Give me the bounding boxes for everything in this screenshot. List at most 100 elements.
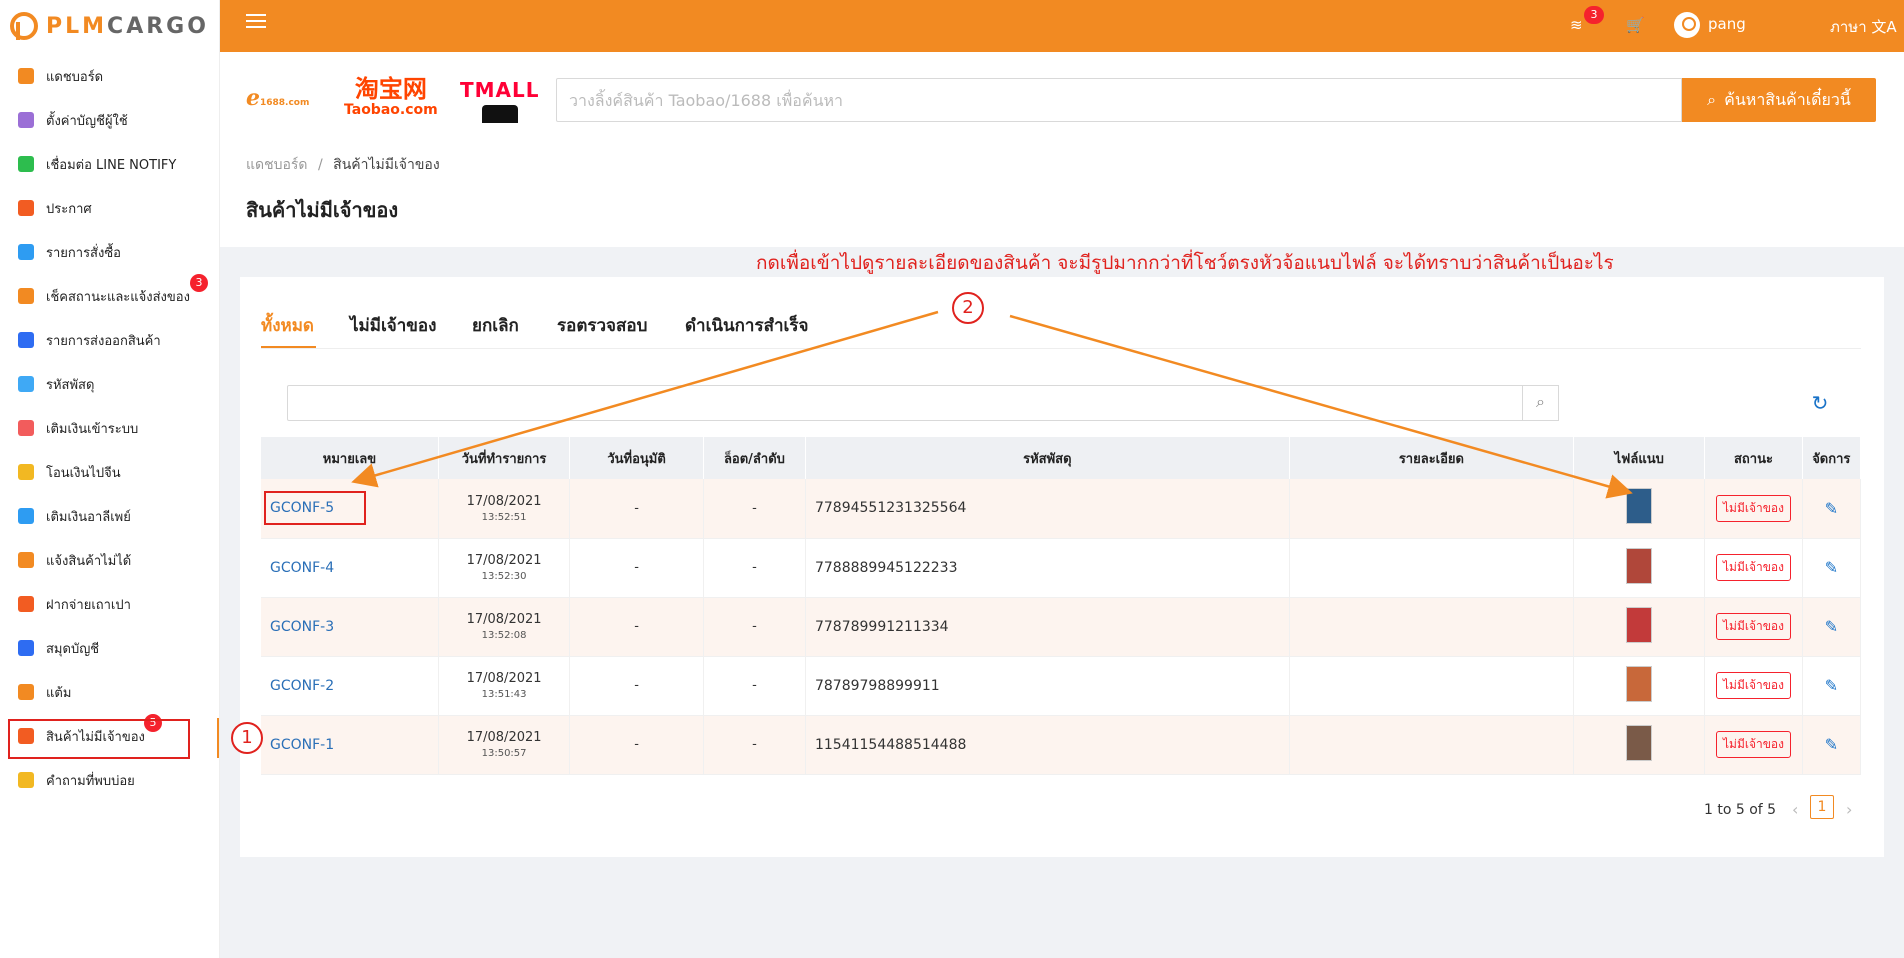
item-code-link[interactable]: GCONF-1 (261, 715, 439, 775)
brand-taobao[interactable]: 淘宝网 Taobao.com (344, 76, 438, 118)
report-icon (18, 552, 34, 568)
sidebar-item-label: รายการสั่งซื้อ (46, 245, 121, 261)
status-cell: ไม่มีเจ้าของ (1704, 715, 1803, 775)
approved-date: - (569, 656, 704, 716)
refresh-icon[interactable]: ↻ (1808, 391, 1832, 415)
column-header: จัดการ (1802, 437, 1862, 479)
attachment-cell (1573, 597, 1706, 657)
tab-1[interactable]: ไม่มีเจ้าของ (350, 312, 436, 339)
cart-icon[interactable]: 🛒 (1626, 16, 1645, 34)
table-search-input[interactable] (287, 385, 1523, 421)
edit-icon[interactable]: ✎ (1825, 676, 1838, 695)
sidebar-item-label: ฝากจ่ายเถาเปา (46, 597, 131, 613)
search-product-button[interactable]: ⌕ ค้นหาสินค้าเดี๋ยวนี้ (1682, 78, 1876, 122)
table-row: GCONF-5 17/08/2021 13:52:51- -7789455123132… (261, 479, 1862, 539)
tab-4[interactable]: ดำเนินการสำเร็จ (685, 312, 808, 339)
tab-3[interactable]: รอตรวจสอบ (557, 312, 647, 339)
attachment-cell (1573, 479, 1706, 539)
table-row: GCONF-2 17/08/2021 13:51:43- -7878979889991… (261, 656, 1862, 716)
table-row: GCONF-3 17/08/2021 13:52:08- -7787899912113… (261, 597, 1862, 657)
column-header: ไฟล์แนบ (1573, 437, 1706, 479)
sidebar-item-label: ตั้งค่าบัญชีผู้ใช้ (46, 113, 128, 129)
edit-icon[interactable]: ✎ (1825, 735, 1838, 754)
menu-fold-icon[interactable] (246, 14, 266, 30)
edit-icon[interactable]: ✎ (1825, 499, 1838, 518)
top-bar: ≋ 3 🛒 pang ภาษา 文A (220, 0, 1904, 52)
attachment-thumbnail[interactable] (1626, 724, 1653, 761)
action-cell: ✎ (1802, 715, 1862, 775)
sidebar-item-1[interactable]: ตั้งค่าบัญชีผู้ใช้ (0, 102, 220, 138)
sidebar-item-label: รหัสพัสดุ (46, 377, 95, 393)
sidebar: PLMCARGO แดชบอร์ดตั้งค่าบัญชีผู้ใช้เชื่อ… (0, 0, 220, 958)
column-header: วันที่ทำรายการ (438, 437, 571, 479)
avatar[interactable] (1674, 12, 1700, 38)
stack-icon[interactable]: ≋ (1570, 16, 1583, 34)
breadcrumb: แดชบอร์ด / สินค้าไม่มีเจ้าของ (246, 154, 440, 176)
chevron-right-icon[interactable]: › (1846, 800, 1852, 819)
product-link-search-input[interactable] (556, 78, 1682, 122)
taobao-logo-icon: 淘宝网 (354, 75, 427, 103)
detail (1289, 597, 1575, 657)
sidebar-item-10[interactable]: เติมเงินอาลีเพย์ (0, 498, 220, 534)
sidebar-item-4[interactable]: รายการสั่งซื้อ (0, 234, 220, 270)
sidebar-item-label: แต้ม (46, 685, 72, 701)
page-header: ℯ1688.com 淘宝网 Taobao.com TMALL ⌕ ค้นหาสิ… (220, 52, 1904, 247)
sidebar-item-0[interactable]: แดชบอร์ด (0, 58, 220, 94)
sidebar-item-3[interactable]: ประกาศ (0, 190, 220, 226)
attachment-thumbnail[interactable] (1626, 606, 1653, 643)
created-date-time: 13:50:57 (481, 748, 527, 759)
sidebar-item-11[interactable]: แจ้งสินค้าไม่ได้ (0, 542, 220, 578)
created-date: 17/08/2021 13:51:43 (438, 656, 571, 716)
attachment-cell (1573, 538, 1706, 598)
created-date-time: 13:52:30 (481, 571, 527, 582)
sidebar-item-16[interactable]: คำถามที่พบบ่อย (0, 762, 220, 798)
logo[interactable]: PLMCARGO (0, 0, 219, 52)
sidebar-item-2[interactable]: เชื่อมต่อ LINE NOTIFY (0, 146, 220, 182)
attachment-thumbnail[interactable] (1626, 665, 1653, 702)
tab-2[interactable]: ยกเลิก (472, 312, 519, 339)
column-header: รหัสพัสดุ (805, 437, 1290, 479)
search-icon: ⌕ (1536, 394, 1545, 411)
created-date-time: 13:52:08 (481, 630, 527, 641)
created-date-day: 17/08/2021 (466, 493, 542, 509)
item-code-link[interactable]: GCONF-4 (261, 538, 439, 598)
item-code-link[interactable]: GCONF-2 (261, 656, 439, 716)
search-icon: ⌕ (1707, 90, 1717, 109)
sidebar-item-13[interactable]: สมุดบัญชี (0, 630, 220, 666)
edit-icon[interactable]: ✎ (1825, 617, 1838, 636)
sidebar-item-8[interactable]: เติมเงินเข้าระบบ (0, 410, 220, 446)
lot-number: - (703, 715, 806, 775)
tabs-divider (261, 348, 1861, 349)
medal-icon (18, 684, 34, 700)
table-body: GCONF-5 17/08/2021 13:52:51- -7789455123132… (261, 479, 1862, 775)
status-cell: ไม่มีเจ้าของ (1704, 597, 1803, 657)
brand-1688[interactable]: ℯ1688.com (246, 86, 309, 111)
column-header: รายละเอียด (1289, 437, 1575, 479)
approved-date: - (569, 538, 704, 598)
content-card: ทั้งหมด ไม่มีเจ้าของ ยกเลิก รอตรวจสอบ ดำเนิน… (240, 277, 1884, 857)
language-switcher[interactable]: ภาษา 文A (1830, 15, 1897, 39)
sidebar-item-14[interactable]: แต้ม (0, 674, 220, 710)
tab-0[interactable]: ทั้งหมด (261, 312, 314, 339)
pagination-page-1[interactable]: 1 (1810, 795, 1834, 819)
sidebar-item-6[interactable]: รายการส่งออกสินค้า (0, 322, 220, 358)
sidebar-item-5[interactable]: เช็คสถานะและแจ้งส่งของ 3 (0, 274, 220, 314)
breadcrumb-home[interactable]: แดชบอร์ด (246, 157, 308, 173)
table-row: GCONF-4 17/08/2021 13:52:30- -7788889945122… (261, 538, 1862, 598)
table-search-button[interactable]: ⌕ (1523, 385, 1559, 421)
detail (1289, 479, 1575, 539)
attachment-thumbnail[interactable] (1626, 547, 1653, 584)
brand-tmall[interactable]: TMALL (460, 78, 540, 123)
edit-icon[interactable]: ✎ (1825, 558, 1838, 577)
annotation-highlight-sidebar (8, 719, 190, 759)
created-date-day: 17/08/2021 (466, 553, 542, 568)
username[interactable]: pang (1708, 15, 1746, 33)
sidebar-item-7[interactable]: รหัสพัสดุ (0, 366, 220, 402)
approved-date: - (569, 597, 704, 657)
chevron-left-icon[interactable]: ‹ (1792, 800, 1798, 819)
item-code-link[interactable]: GCONF-3 (261, 597, 439, 657)
sidebar-item-9[interactable]: โอนเงินไปจีน (0, 454, 220, 490)
attachment-thumbnail[interactable] (1626, 488, 1653, 525)
created-date: 17/08/2021 13:52:51 (438, 479, 571, 539)
sidebar-item-12[interactable]: ฝากจ่ายเถาเปา (0, 586, 220, 622)
